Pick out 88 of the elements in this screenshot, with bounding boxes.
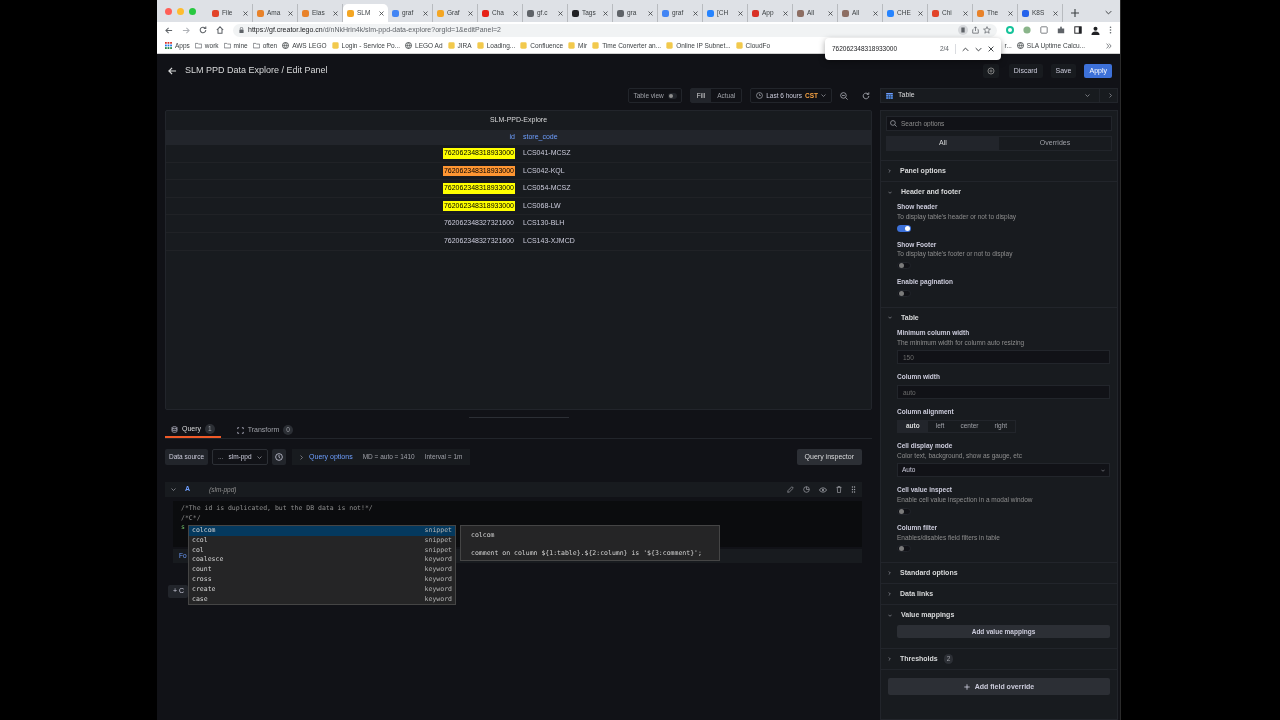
- chevron-right-icon: [888, 657, 891, 662]
- close-icon[interactable]: [873, 10, 878, 16]
- settings-button[interactable]: [982, 64, 999, 78]
- close-icon[interactable]: [648, 10, 653, 16]
- folder-icon: [223, 42, 231, 49]
- trash-icon[interactable]: [836, 486, 842, 493]
- folder-icon: [194, 42, 202, 49]
- pencil-icon[interactable]: [787, 486, 794, 493]
- chevron-right-icon: [888, 169, 891, 173]
- site-icon: [568, 42, 576, 49]
- site-icon: [331, 42, 339, 49]
- chevron-right-icon: [888, 592, 891, 597]
- back-icon[interactable]: [165, 26, 173, 34]
- close-icon[interactable]: [423, 10, 428, 16]
- clock-icon: [756, 92, 764, 99]
- more-icon[interactable]: [1109, 26, 1112, 34]
- chevron-down-icon: [1085, 94, 1090, 97]
- site-icon: [447, 42, 455, 49]
- toggle-switch[interactable]: [897, 224, 911, 232]
- help-icon: [275, 453, 284, 461]
- apps-icon: [165, 42, 172, 49]
- chevron-double-icon[interactable]: [1106, 42, 1112, 49]
- close-icon[interactable]: [963, 10, 968, 16]
- chevron-right-icon[interactable]: [300, 454, 304, 460]
- close-icon[interactable]: [558, 10, 563, 16]
- toggle-switch[interactable]: [897, 289, 911, 297]
- close-icon[interactable]: [828, 10, 833, 16]
- chevron-down-icon: [256, 455, 262, 459]
- site-icon: [735, 42, 743, 49]
- site-icon: [476, 42, 484, 49]
- home-icon[interactable]: [216, 26, 224, 34]
- close-icon[interactable]: [738, 10, 743, 16]
- settings-icon: [986, 67, 995, 75]
- reload-icon[interactable]: [199, 26, 207, 34]
- close-icon[interactable]: [379, 10, 384, 16]
- back-arrow-icon[interactable]: [168, 67, 177, 75]
- close-icon[interactable]: [603, 10, 608, 16]
- drag-handle-icon[interactable]: [851, 486, 856, 493]
- close-icon[interactable]: [513, 10, 518, 16]
- chevron-up-icon[interactable]: [962, 46, 969, 52]
- new-tab-icon[interactable]: [1071, 9, 1079, 17]
- globe-icon: [282, 42, 290, 49]
- close-icon[interactable]: [1053, 10, 1058, 16]
- toggle-switch[interactable]: [897, 507, 911, 515]
- chevron-down-icon: [888, 190, 892, 194]
- sidebar-icon[interactable]: [1074, 26, 1082, 34]
- help-button[interactable]: [272, 449, 287, 465]
- site-icon: [666, 42, 674, 49]
- zoom-out-icon[interactable]: [840, 91, 848, 100]
- chevron-down-icon: [821, 94, 826, 97]
- chevron-down-icon[interactable]: [1105, 10, 1112, 15]
- chevron-down-icon[interactable]: [171, 488, 176, 491]
- toggle-switch[interactable]: [897, 545, 911, 553]
- table-icon: [886, 92, 893, 99]
- page-title: SLM PPD Data Explore / Edit Panel: [185, 64, 328, 78]
- search-icon: [890, 120, 897, 127]
- close-icon[interactable]: [333, 10, 338, 16]
- eye-icon[interactable]: [819, 486, 827, 493]
- folder-icon: [252, 42, 260, 49]
- chevron-down-icon: [888, 613, 892, 617]
- transform-icon: [236, 426, 244, 434]
- site-icon: [592, 42, 600, 49]
- chevron-right-icon: [888, 571, 891, 576]
- close-icon[interactable]: [988, 46, 994, 52]
- plus-icon: [963, 683, 970, 690]
- globe-icon: [1016, 42, 1024, 49]
- site-icon: [520, 42, 528, 49]
- chevron-down-icon: [1101, 468, 1105, 472]
- profile-icon[interactable]: [1091, 25, 1100, 35]
- share-icon[interactable]: [972, 26, 979, 34]
- close-icon[interactable]: [243, 10, 248, 16]
- chevron-down-icon[interactable]: [975, 46, 982, 52]
- puzzle-icon[interactable]: [1057, 26, 1065, 34]
- page-icon[interactable]: [958, 25, 968, 35]
- database-icon: [171, 425, 178, 433]
- close-icon[interactable]: [1008, 10, 1013, 16]
- close-icon[interactable]: [918, 10, 923, 16]
- refresh-icon[interactable]: [862, 91, 870, 100]
- close-icon[interactable]: [693, 10, 698, 16]
- close-icon[interactable]: [468, 10, 473, 16]
- globe-icon: [405, 42, 413, 49]
- star-icon[interactable]: [983, 26, 991, 34]
- close-icon[interactable]: [783, 10, 788, 16]
- chevron-down-icon: [888, 316, 892, 320]
- chevron-right-icon: [1109, 93, 1112, 98]
- toggle-switch[interactable]: [897, 262, 911, 269]
- close-icon[interactable]: [288, 10, 293, 16]
- lock-icon: [239, 27, 244, 33]
